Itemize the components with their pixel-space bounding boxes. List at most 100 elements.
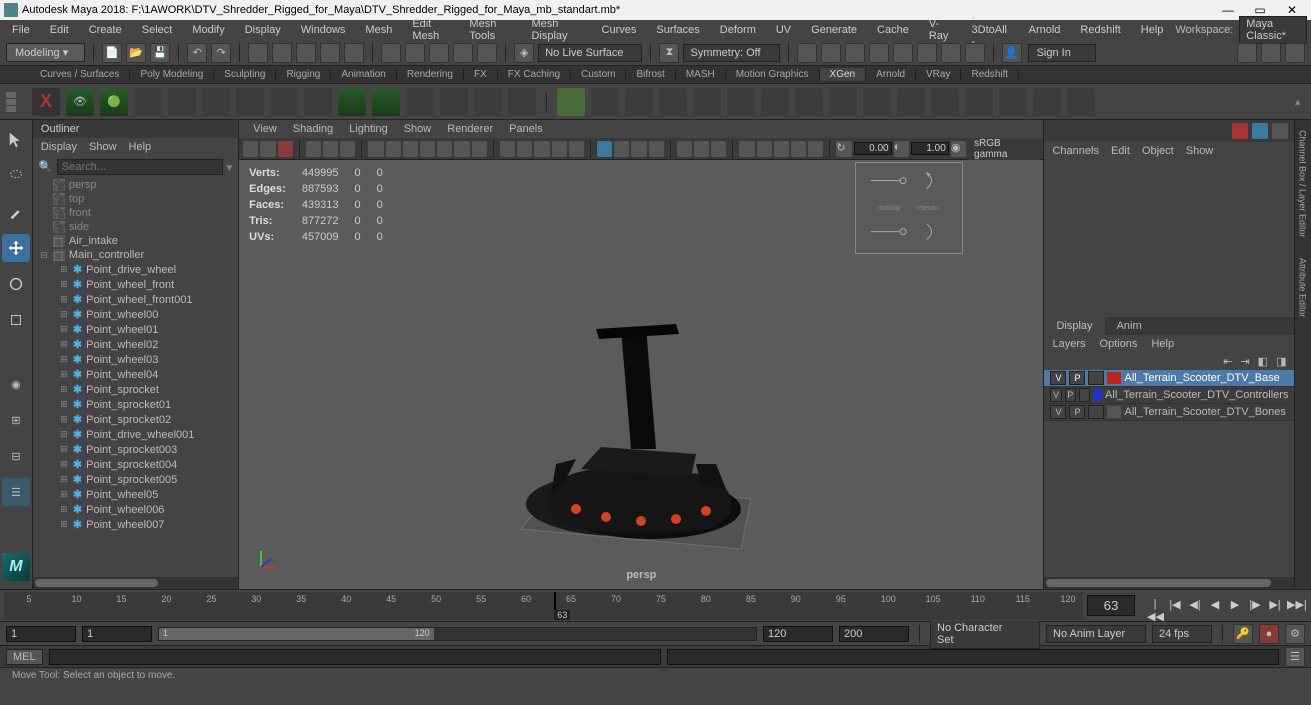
xgen-brush-icon[interactable] <box>897 88 925 116</box>
close-button[interactable]: ✕ <box>1285 3 1299 17</box>
channel-h-scrollbar[interactable] <box>1044 577 1294 589</box>
menu-display[interactable]: Display <box>237 22 289 38</box>
search-clear-icon[interactable]: ▾ <box>227 161 233 174</box>
script-lang-button[interactable]: MEL <box>6 649 43 665</box>
shelf-tab-curves-surfaces[interactable]: Curves / Surfaces <box>30 68 130 81</box>
vp-textured-icon[interactable] <box>534 141 549 157</box>
vp-safe-action-icon[interactable] <box>454 141 469 157</box>
channel-reset-icon[interactable] <box>1272 123 1288 139</box>
menu-modify[interactable]: Modify <box>184 22 232 38</box>
expand-icon[interactable]: ⊞ <box>59 414 69 425</box>
tree-item[interactable]: ⊞✱Point_drive_wheel <box>37 262 238 277</box>
expand-icon[interactable]: ⊞ <box>59 369 69 380</box>
layer-new-selected-icon[interactable]: ◨ <box>1276 355 1286 368</box>
maximize-button[interactable]: ▭ <box>1253 3 1267 17</box>
vp-xray-joints-icon[interactable] <box>631 141 646 157</box>
menu-mesh-display[interactable]: Mesh Display <box>523 16 589 44</box>
time-slider[interactable]: 5101520253035404550556065707580859095100… <box>0 589 1311 621</box>
sign-in-button[interactable]: Sign In <box>1028 44 1096 62</box>
go-start-icon[interactable]: |◀◀ <box>1147 598 1163 614</box>
shelf-tab-rendering[interactable]: Rendering <box>397 68 464 81</box>
toggle-channel-icon[interactable] <box>1237 43 1257 63</box>
xgen-interactive-icon[interactable] <box>557 88 585 116</box>
symmetry-field[interactable]: Symmetry: Off <box>683 44 779 62</box>
sel-mode-icon[interactable] <box>296 43 316 63</box>
shelf-tab-motion-graphics[interactable]: Motion Graphics <box>726 68 820 81</box>
outliner-menu-display[interactable]: Display <box>41 141 77 153</box>
channel-menu-edit[interactable]: Edit <box>1111 145 1130 157</box>
outliner-tree[interactable]: 🎥persp🎥top🎥front🎥side⬚Air_intake⊟⬚Main_c… <box>33 178 238 577</box>
tree-item[interactable]: ⊞✱Point_wheel_front001 <box>37 292 238 307</box>
step-fwd-key-icon[interactable]: ▶| <box>1267 598 1283 614</box>
step-fwd-icon[interactable]: |▶ <box>1247 598 1263 614</box>
range-end-outer[interactable] <box>839 626 909 642</box>
xgen-desc-icon[interactable]: 🟢 <box>100 88 128 116</box>
menu-file[interactable]: File <box>4 22 38 38</box>
play-fwd-icon[interactable]: ▶ <box>1227 598 1243 614</box>
expand-icon[interactable]: ⊞ <box>59 354 69 365</box>
vp-bookmark-icon[interactable] <box>278 141 293 157</box>
shelf-tab-fx-caching[interactable]: FX Caching <box>498 68 571 81</box>
vp-color-mgmt-icon[interactable]: ◉ <box>951 141 966 157</box>
side-tab-attribute-editor[interactable]: Attribute Editor <box>1295 248 1309 328</box>
menu-mesh[interactable]: Mesh <box>357 22 400 38</box>
outliner-h-scrollbar[interactable] <box>33 577 238 589</box>
vp-resolution-gate-icon[interactable] <box>403 141 418 157</box>
shelf-tab-animation[interactable]: Animation <box>331 68 396 81</box>
xgen-brush-icon[interactable] <box>829 88 857 116</box>
tree-item[interactable]: ⊞✱Point_wheel00 <box>37 307 238 322</box>
xgen-tool-icon[interactable] <box>372 88 400 116</box>
outliner-toggle-icon[interactable]: ☰ <box>2 478 30 506</box>
vp-exposure-field[interactable] <box>854 142 892 155</box>
layer-row[interactable]: VPAll_Terrain_Scooter_DTV_Base <box>1044 370 1294 387</box>
go-end-icon[interactable]: ▶▶| <box>1287 598 1303 614</box>
tree-item[interactable]: 🎥front <box>37 206 238 220</box>
layer-playback-toggle[interactable]: P <box>1069 405 1085 419</box>
range-start-outer[interactable] <box>6 626 76 642</box>
vp-grease-icon[interactable] <box>340 141 355 157</box>
command-input[interactable] <box>49 649 661 665</box>
expand-icon[interactable]: ⊞ <box>59 339 69 350</box>
vp-gamma-field[interactable] <box>911 142 949 155</box>
outliner-menu-help[interactable]: Help <box>129 141 152 153</box>
script-editor-icon[interactable]: ☰ <box>1285 647 1305 667</box>
hypershade-icon[interactable] <box>917 43 937 63</box>
channel-menu-channels[interactable]: Channels <box>1052 145 1098 157</box>
shelf-tab-redshift[interactable]: Redshift <box>961 68 1019 81</box>
layer-playback-toggle[interactable]: P <box>1069 371 1085 385</box>
vp-exposure-reset-icon[interactable]: ↻ <box>836 141 851 157</box>
tree-item[interactable]: ⊞✱Point_sprocket004 <box>37 457 238 472</box>
play-back-icon[interactable]: ◀ <box>1207 598 1223 614</box>
paint-select-tool[interactable] <box>2 198 30 226</box>
menu-help[interactable]: Help <box>1133 22 1172 38</box>
xgen-tool-icon[interactable] <box>236 88 264 116</box>
expand-icon[interactable]: ⊞ <box>59 489 69 500</box>
tree-item[interactable]: ⊞✱Point_drive_wheel001 <box>37 427 238 442</box>
xgen-tool-icon[interactable] <box>338 88 366 116</box>
tree-item[interactable]: ⬚Air_intake <box>37 234 238 248</box>
expand-icon[interactable]: ⊞ <box>59 504 69 515</box>
layer-vis-toggle[interactable]: V <box>1050 388 1061 402</box>
tree-item[interactable]: ⊞✱Point_sprocket003 <box>37 442 238 457</box>
menu-windows[interactable]: Windows <box>293 22 354 38</box>
xgen-tool-icon[interactable] <box>406 88 434 116</box>
layer-type-toggle[interactable] <box>1079 388 1090 402</box>
snap-toggle-icon[interactable]: ⊞ <box>2 406 30 434</box>
expand-icon[interactable]: ⊞ <box>59 429 69 440</box>
vp-menu-view[interactable]: View <box>247 122 283 136</box>
tree-item[interactable]: 🎥top <box>37 192 238 206</box>
vp-gamma-icon[interactable] <box>757 141 772 157</box>
outliner-menu-show[interactable]: Show <box>89 141 117 153</box>
xgen-brush-icon[interactable] <box>1067 88 1095 116</box>
vp-menu-panels[interactable]: Panels <box>503 122 549 136</box>
step-back-key-icon[interactable]: |◀ <box>1167 598 1183 614</box>
snap-point-icon[interactable] <box>429 43 449 63</box>
shelf-tab-bifrost[interactable]: Bifrost <box>626 68 675 81</box>
live-surface-icon[interactable]: ◈ <box>514 43 534 63</box>
expand-icon[interactable]: ⊞ <box>59 384 69 395</box>
shelf-scroll-up-icon[interactable]: ▴ <box>1295 95 1305 108</box>
live-surface-field[interactable]: No Live Surface <box>538 44 642 62</box>
new-scene-icon[interactable]: 📄 <box>102 43 122 63</box>
vp-isolate-icon[interactable] <box>597 141 612 157</box>
range-start-inner[interactable] <box>82 626 152 642</box>
